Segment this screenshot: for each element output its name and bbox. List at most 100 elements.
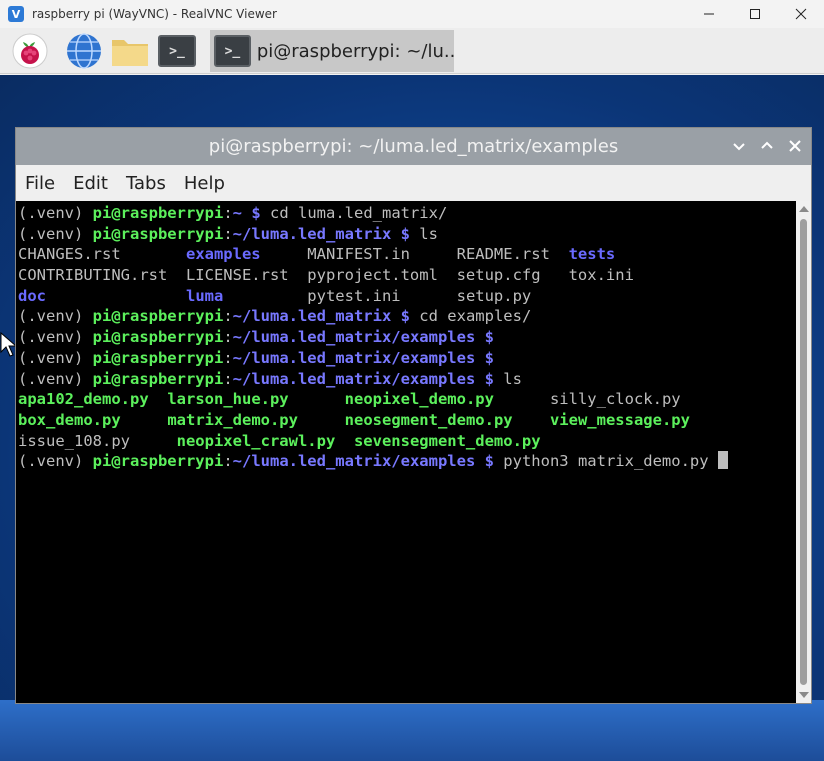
taskbar-task-terminal[interactable]: >_ pi@raspberrypi: ~/lu... — [210, 30, 454, 72]
terminal-text-exe: larson_hue.py — [167, 390, 289, 409]
vnc-viewer-title: raspberry pi (WayVNC) - RealVNC Viewer — [32, 7, 277, 21]
close-icon[interactable] — [778, 0, 824, 28]
scroll-up-icon[interactable] — [799, 206, 809, 212]
menu-edit[interactable]: Edit — [64, 173, 117, 194]
terminal-text-exe: box_demo.py — [18, 410, 121, 429]
terminal-text-sep: : — [223, 452, 233, 471]
terminal-text-path: ~/luma.led_matrix/examples — [232, 452, 476, 471]
terminal-titlebar[interactable]: pi@raspberrypi: ~/luma.led_matrix/exampl… — [16, 128, 811, 165]
text-cursor — [717, 451, 728, 470]
taskbar-task-label: pi@raspberrypi: ~/lu... — [256, 40, 454, 62]
terminal-line: (.venv) pi@raspberrypi:~/luma.led_matrix… — [18, 451, 796, 472]
terminal-text-path: ~/luma.led_matrix/examples — [232, 369, 476, 388]
menu-file[interactable]: File — [16, 173, 64, 194]
terminal-text-venv: (.venv) — [18, 369, 93, 388]
terminal-text-file — [121, 411, 168, 429]
terminal-text-sep: : — [223, 328, 233, 347]
terminal-close-icon[interactable] — [785, 136, 805, 156]
terminal-line: box_demo.py matrix_demo.py neosegment_de… — [18, 410, 796, 431]
terminal-text-venv: (.venv) — [18, 328, 93, 347]
terminal-text-sep: : — [223, 348, 233, 367]
terminal-menubar: File Edit Tabs Help — [16, 165, 811, 201]
terminal-text-dollar: $ — [475, 452, 504, 471]
menu-help[interactable]: Help — [175, 173, 234, 194]
terminal-text-exe: view_message.py — [549, 410, 690, 429]
minimize-icon[interactable] — [686, 0, 732, 28]
terminal-text-sep: : — [223, 369, 233, 388]
terminal-text-sep: : — [223, 224, 233, 243]
terminal-text-host: pi@raspberrypi — [92, 328, 224, 347]
terminal-text-exe: apa102_demo.py — [18, 390, 149, 409]
terminal-line: (.venv) pi@raspberrypi:~/luma.led_matrix… — [18, 348, 796, 369]
terminal-text-dir: examples — [185, 245, 261, 264]
pi-taskbar: >_ >_ pi@raspberrypi: ~/lu... — [0, 28, 824, 74]
terminal-text-host: pi@raspberrypi — [92, 224, 224, 243]
terminal-text-cmd: ls — [503, 369, 522, 388]
terminal-text-dir: tests — [568, 245, 616, 264]
terminal-text-host: pi@raspberrypi — [92, 348, 224, 367]
terminal-line: doc luma pytest.ini setup.py — [18, 286, 796, 307]
terminal-text-file — [46, 287, 186, 305]
terminal-text-sep: : — [223, 204, 233, 222]
terminal-text-dir: luma — [185, 286, 224, 305]
terminal-text-path: ~/luma.led_matrix — [232, 307, 392, 326]
terminal-window: pi@raspberrypi: ~/luma.led_matrix/exampl… — [15, 127, 812, 704]
terminal-line: CHANGES.rst examples MANIFEST.in README.… — [18, 244, 796, 265]
terminal-line: CONTRIBUTING.rst LICENSE.rst pyproject.t… — [18, 265, 796, 286]
terminal-text-path: ~/luma.led_matrix/examples — [232, 348, 476, 367]
menu-tabs[interactable]: Tabs — [117, 173, 175, 194]
file-manager-icon[interactable] — [110, 32, 150, 70]
terminal-line: apa102_demo.py larson_hue.py neopixel_de… — [18, 389, 796, 410]
scrollbar-thumb[interactable] — [800, 219, 807, 685]
terminal-text-dir: doc — [18, 286, 46, 305]
terminal-text-file — [149, 390, 168, 408]
terminal-text-venv: (.venv) — [18, 224, 93, 243]
terminal-text-dollar: $ — [475, 369, 504, 388]
terminal-text-path: ~ — [232, 204, 242, 222]
terminal-text-cmd: cd luma.led_matrix/ — [270, 204, 448, 222]
terminal-text-path: ~/luma.led_matrix/examples — [232, 328, 476, 347]
terminal-text-file: CHANGES.rst — [18, 245, 186, 264]
terminal-text-dollar: $ — [391, 224, 420, 243]
terminal-title: pi@raspberrypi: ~/luma.led_matrix/exampl… — [208, 136, 619, 157]
terminal-text-file: issue_108.py — [18, 431, 177, 450]
terminal-text-file — [298, 411, 345, 429]
terminal-icon: >_ — [214, 35, 251, 67]
terminal-text-exe: sevensegment_demo.py — [353, 431, 541, 450]
terminal-scrollbar[interactable] — [796, 201, 811, 703]
terminal-text-exe: neosegment_demo.py — [344, 410, 513, 429]
terminal-output[interactable]: (.venv) pi@raspberrypi:~ $ cd luma.led_m… — [16, 201, 796, 703]
terminal-text-file: pytest.ini setup.py — [223, 286, 532, 305]
terminal-line: issue_108.py neopixel_crawl.py sevensegm… — [18, 431, 796, 452]
web-browser-icon[interactable] — [64, 32, 104, 70]
terminal-text-host: pi@raspberrypi — [92, 452, 224, 471]
terminal-text-dollar: $ — [475, 348, 494, 367]
terminal-text-exe: neopixel_demo.py — [344, 390, 494, 409]
terminal-text-file — [335, 432, 354, 450]
wallpaper-sea — [0, 700, 824, 761]
window-controls — [686, 0, 824, 28]
terminal-text-venv: (.venv) — [18, 452, 93, 471]
maximize-icon[interactable] — [732, 0, 778, 28]
terminal-text-venv: (.venv) — [18, 307, 93, 326]
terminal-launcher-icon[interactable]: >_ — [157, 32, 197, 70]
terminal-text-cmd: cd examples/ — [419, 307, 532, 326]
terminal-line: (.venv) pi@raspberrypi:~/luma.led_matrix… — [18, 369, 796, 390]
raspberry-pi-menu-icon[interactable] — [10, 32, 50, 70]
scroll-down-icon[interactable] — [799, 692, 809, 698]
chevron-down-icon[interactable] — [729, 136, 749, 156]
terminal-text-venv: (.venv) — [18, 204, 93, 222]
terminal-line: (.venv) pi@raspberrypi:~/luma.led_matrix… — [18, 327, 796, 348]
terminal-text-file — [289, 390, 345, 408]
terminal-text-cmd: python3 matrix_demo.py — [503, 452, 718, 471]
terminal-text-file: silly_clock.py — [493, 390, 681, 409]
terminal-line: (.venv) pi@raspberrypi:~/luma.led_matrix… — [18, 306, 796, 327]
terminal-text-path: ~/luma.led_matrix — [232, 224, 392, 243]
terminal-text-cmd: ls — [419, 224, 438, 243]
terminal-text-file — [513, 411, 550, 429]
terminal-line: (.venv) pi@raspberrypi:~/luma.led_matrix… — [18, 224, 796, 245]
terminal-text-exe: neopixel_crawl.py — [176, 431, 336, 450]
chevron-up-icon[interactable] — [757, 136, 777, 156]
terminal-text-dollar: $ — [242, 204, 270, 222]
terminal-text-sep: : — [223, 307, 233, 326]
